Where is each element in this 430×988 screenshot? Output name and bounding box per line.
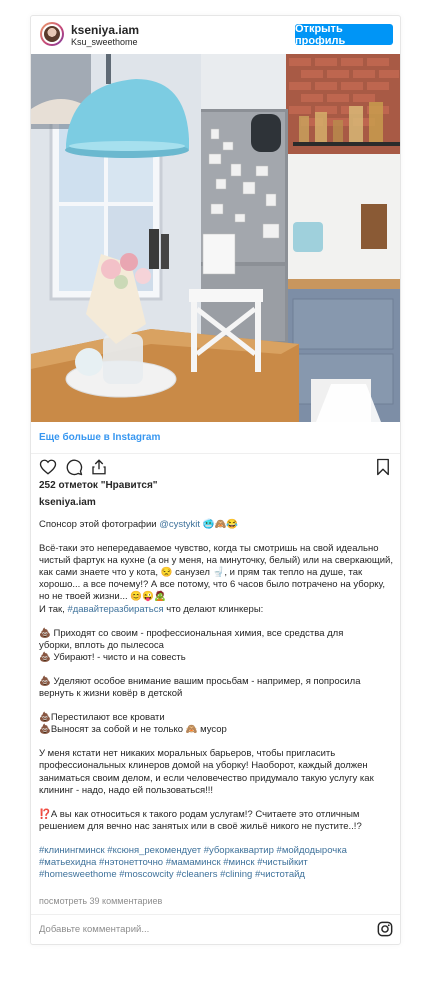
emoji-icon: 🥶🙈😂 — [202, 519, 239, 530]
hashtags-line[interactable]: #клинингминск #ксюня_рекомендует #уборка… — [39, 845, 394, 857]
bookmark-icon[interactable] — [374, 458, 392, 476]
caption-line: Приходят со своим - профессиональная хим… — [53, 627, 344, 639]
caption-line: но не твоей жизни... — [39, 591, 128, 603]
avatar[interactable] — [40, 22, 64, 46]
user-subtitle: Ksu_sweethome — [71, 37, 138, 47]
caption-line: Всё-таки это непередаваемое чувство, ког… — [39, 543, 379, 555]
bullet-icon: 💩 — [39, 651, 51, 663]
instagram-icon[interactable] — [377, 921, 393, 937]
caption-line: чистый фартук на кухне (а он у меня, на … — [39, 555, 394, 567]
more-in-instagram-link[interactable]: Еще больше в Instagram — [39, 432, 160, 443]
bullet-icon: 💩 — [39, 627, 51, 639]
hashtags-line[interactable]: #матьехидна #нэтонетточно #мамаминск #ми… — [39, 857, 394, 869]
instagram-embed-card: kseniya.iam Ksu_sweethome Открыть профил… — [30, 15, 401, 945]
emoji-icon: 😒 — [160, 567, 173, 579]
divider — [31, 914, 400, 915]
username[interactable]: kseniya.iam — [71, 23, 139, 37]
post-photo[interactable] — [31, 54, 400, 422]
caption-line: вернуть к жизни ковёр в детской — [39, 688, 183, 700]
post-caption: Спонсор этой фотографии @cystykit 🥶🙈😂 Вс… — [39, 519, 394, 893]
caption-line: как сами знаете что у кота, — [39, 567, 158, 579]
caption-line: решением для вечно нас занятых или в сво… — [39, 820, 362, 832]
caption-line: Убирают! - чисто и на совесть — [53, 651, 186, 663]
caption-line: уборки, вплоть до пылесоса — [39, 639, 164, 651]
caption-line: , и прям так тепло на душе, так — [224, 567, 363, 579]
hashtags-line[interactable]: #homesweethome #moscowcity #cleaners #cl… — [39, 869, 394, 881]
bullet-icon: 💩 — [39, 724, 51, 736]
caption-line: И так, — [39, 603, 68, 615]
caption-line: Перестилают все кровати — [50, 712, 165, 724]
caption-line: У меня кстати нет никаких моральных барь… — [39, 748, 336, 760]
open-profile-button[interactable]: Открыть профиль — [295, 23, 393, 47]
heart-icon[interactable] — [39, 458, 57, 476]
comment-icon[interactable] — [65, 458, 83, 476]
caption-line: санузел — [175, 567, 210, 579]
divider — [31, 453, 400, 454]
bullet-icon: 💩 — [39, 675, 51, 687]
kitchen-photo — [31, 54, 400, 422]
caption-line: Выносят за собой и не только — [50, 724, 183, 736]
view-comments-link[interactable]: посмотреть 39 комментариев — [39, 896, 162, 906]
likes-count[interactable]: 252 отметок "Нравится" — [39, 480, 158, 491]
add-comment-field[interactable]: Добавьте комментарий... — [39, 924, 149, 935]
caption-line: профессиональных клинеров домой на уборк… — [39, 760, 368, 772]
caption-text: Спонсор этой фотографии — [39, 519, 160, 530]
share-icon[interactable] — [90, 458, 108, 476]
emoji-icon: 😊😜🧟 — [130, 591, 166, 603]
hashtag-link[interactable]: #давайтеразбираться — [67, 604, 163, 615]
caption-line: что делают клинкеры: — [163, 603, 264, 615]
caption-line: ⁉️А вы как относиться к такого родам усл… — [39, 808, 360, 820]
post-header: kseniya.iam Ksu_sweethome Открыть профил… — [31, 16, 400, 54]
mention-link[interactable]: @cystykit — [159, 519, 200, 530]
caption-line: хорошо... а все почему!? А все потому, ч… — [39, 579, 385, 591]
caption-line: Уделяют особое внимание вашим просьбам -… — [53, 675, 361, 687]
caption-line: клининг - надо, надо ей пользоваться!!! — [39, 784, 214, 796]
bullet-icon: 💩 — [39, 712, 51, 724]
action-bar — [39, 458, 392, 476]
caption-line: мусор — [200, 724, 227, 736]
emoji-icon: 🚽 — [212, 567, 225, 579]
emoji-icon: 🙈 — [185, 724, 198, 736]
caption-author[interactable]: kseniya.iam — [39, 497, 96, 508]
caption-line: заниматься своим делом, и если человечес… — [39, 772, 374, 784]
